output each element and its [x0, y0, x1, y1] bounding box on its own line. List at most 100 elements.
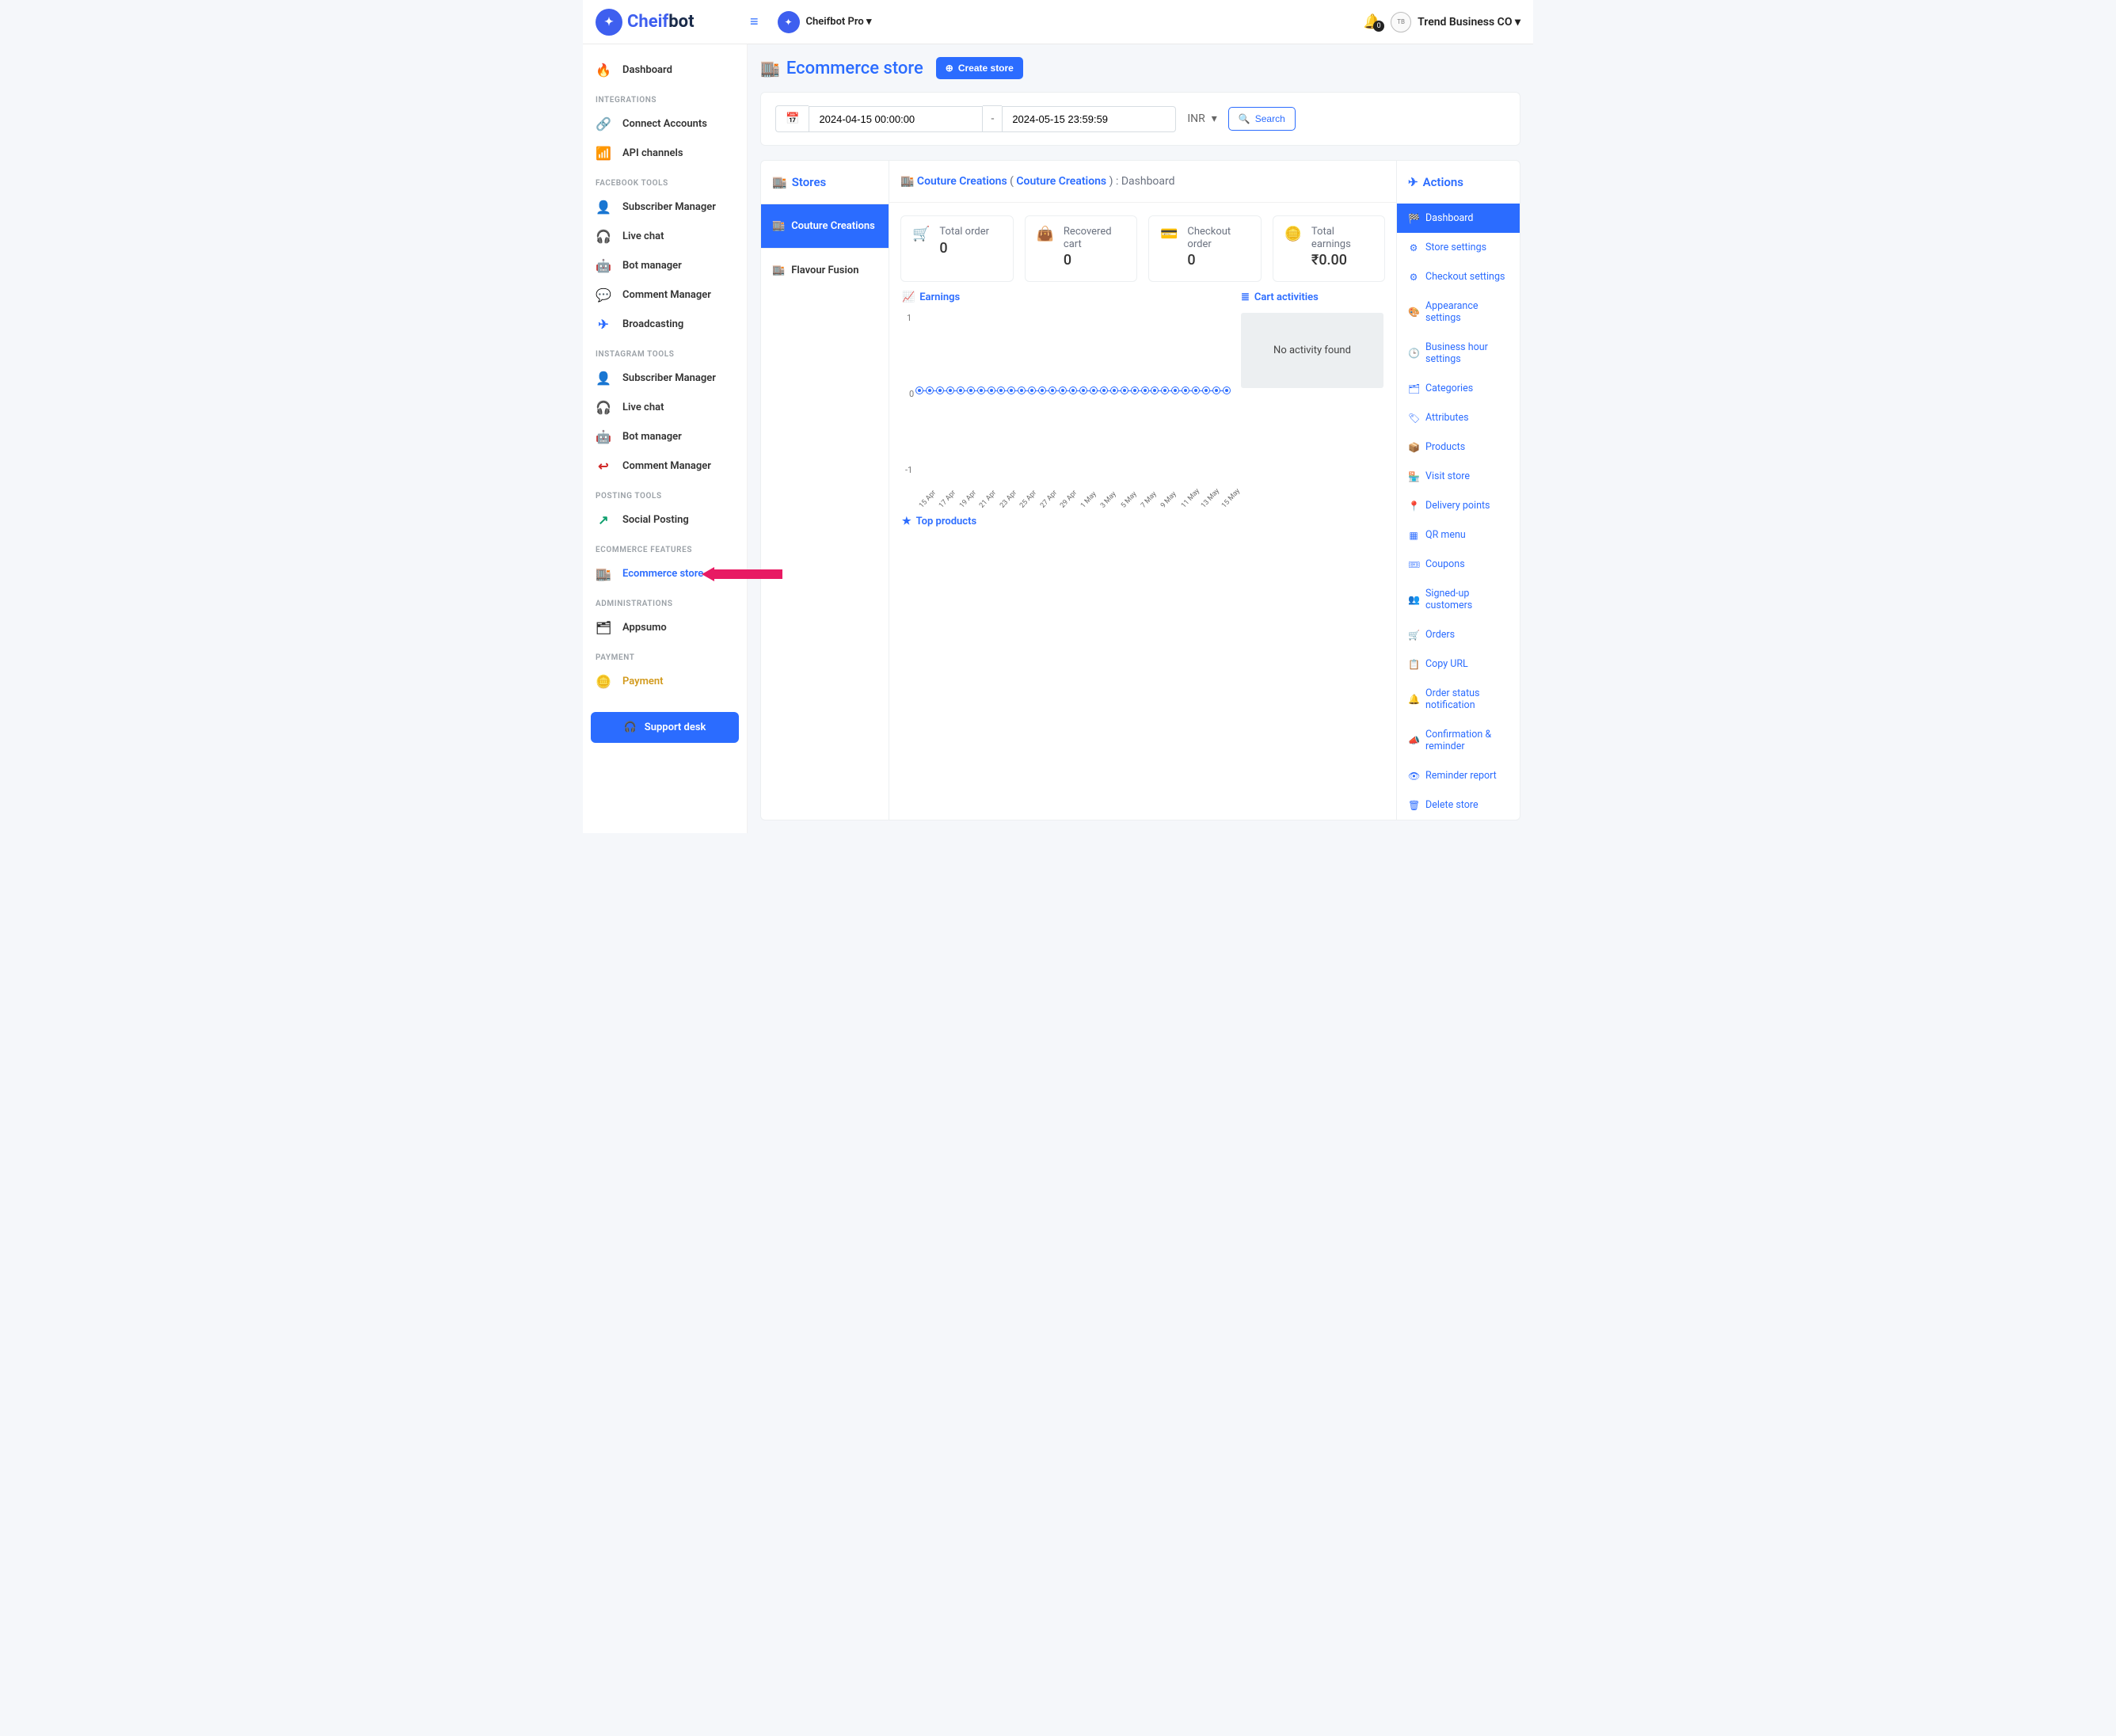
no-activity-message: No activity found — [1241, 313, 1383, 388]
chart-point — [1213, 387, 1220, 394]
action-icon: 🏪 — [1408, 471, 1419, 482]
sidebar-item-live-chat[interactable]: 🎧Live chat — [583, 222, 747, 251]
broadcasting-icon: ✈ — [596, 317, 611, 332]
sidebar-item-comment-manager[interactable]: 💬Comment Manager — [583, 280, 747, 310]
action-copy-url[interactable]: 📋Copy URL — [1397, 649, 1520, 679]
company-menu[interactable]: Trend Business CO ▾ — [1418, 16, 1520, 29]
date-from-input[interactable] — [809, 106, 983, 132]
action-label: Orders — [1425, 629, 1455, 641]
action-delivery-points[interactable]: 📍Delivery points — [1397, 491, 1520, 520]
store-icon: 🏬 — [900, 175, 914, 188]
action-icon: 🏷 — [1408, 413, 1419, 424]
action-store-settings[interactable]: ⚙Store settings — [1397, 233, 1520, 262]
social-posting-icon: ↗ — [596, 512, 611, 527]
action-checkout-settings[interactable]: ⚙Checkout settings — [1397, 262, 1520, 291]
action-icon: 🏁 — [1408, 213, 1419, 224]
center-panel: 🏬 Couture Creations ( Couture Creations … — [889, 160, 1397, 820]
stat-card: 👜Recovered cart0 — [1025, 215, 1138, 282]
action-label: Categories — [1425, 383, 1473, 394]
app-switcher[interactable]: ✦ Cheifbot Pro ▾ — [778, 11, 872, 33]
action-attributes[interactable]: 🏷Attributes — [1397, 403, 1520, 432]
sidebar-item-appsumo[interactable]: 🗂Appsumo — [583, 613, 747, 642]
action-icon: 🎟 — [1408, 559, 1419, 570]
sidebar-item-broadcasting[interactable]: ✈Broadcasting — [583, 310, 747, 339]
action-icon: 🔔 — [1408, 694, 1419, 705]
subscriber-manager-icon: 👤 — [596, 371, 611, 386]
action-icon: 🎨 — [1408, 306, 1419, 318]
action-business-hour-settings[interactable]: 🕒Business hour settings — [1397, 333, 1520, 374]
sidebar-item-label: Connect Accounts — [622, 118, 707, 130]
sidebar-section: ECOMMERCE FEATURES — [583, 535, 747, 559]
chevron-down-icon: ▾ — [1212, 112, 1217, 125]
store-item-flavour-fusion[interactable]: 🏬 Flavour Fusion — [761, 248, 889, 292]
sidebar-item-social-posting[interactable]: ↗Social Posting — [583, 505, 747, 535]
action-label: Business hour settings — [1425, 341, 1509, 365]
brand-mark: ✦ — [596, 9, 622, 36]
chart-point — [1049, 387, 1056, 394]
breadcrumb: 🏬 Couture Creations ( Couture Creations … — [889, 161, 1396, 203]
subscriber-manager-icon: 👤 — [596, 200, 611, 215]
action-visit-store[interactable]: 🏪Visit store — [1397, 462, 1520, 491]
bot-manager-icon: 🤖 — [596, 429, 611, 444]
currency-select[interactable]: INR▾ — [1187, 112, 1216, 125]
action-icon: ▦ — [1408, 530, 1419, 541]
action-qr-menu[interactable]: ▦ QR menu — [1397, 520, 1520, 550]
action-icon: ⚙ — [1408, 272, 1419, 283]
sidebar-item-ecommerce-store[interactable]: 🏬Ecommerce store — [583, 559, 747, 588]
chart-point — [1142, 387, 1148, 394]
sidebar-item-live-chat[interactable]: 🎧Live chat — [583, 393, 747, 422]
action-label: QR menu — [1425, 529, 1466, 541]
y-tick: 0 — [909, 389, 914, 399]
page-header: 🏬 Ecommerce store ⊕ Create store — [760, 57, 1520, 79]
sidebar-item-label: API channels — [622, 147, 683, 159]
action-coupons[interactable]: 🎟Coupons — [1397, 550, 1520, 579]
action-label: Reminder report — [1425, 770, 1497, 782]
sidebar-item-label: Live chat — [622, 402, 664, 413]
brand-logo[interactable]: ✦ Cheifbot — [596, 9, 750, 36]
create-store-button[interactable]: ⊕ Create store — [936, 57, 1023, 79]
chart-point — [978, 387, 984, 394]
store-icon: 🏬 — [760, 59, 780, 78]
action-appearance-settings[interactable]: 🎨 Appearance settings — [1397, 291, 1520, 333]
action-reminder-report[interactable]: 👁 Reminder report — [1397, 761, 1520, 790]
sidebar-item-api-channels[interactable]: 📶API channels — [583, 139, 747, 168]
action-confirmation-reminder[interactable]: 📣Confirmation & reminder — [1397, 720, 1520, 761]
page-title: 🏬 Ecommerce store — [760, 59, 923, 78]
sidebar-item-bot-manager[interactable]: 🤖Bot manager — [583, 251, 747, 280]
store-item-couture-creations[interactable]: 🏬 Couture Creations — [761, 204, 889, 248]
stat-icon: 🛒 — [912, 226, 930, 242]
action-dashboard[interactable]: 🏁Dashboard — [1397, 204, 1520, 233]
sidebar-item-subscriber-manager[interactable]: 👤 Subscriber Manager — [583, 364, 747, 393]
sidebar-section: POSTING TOOLS — [583, 481, 747, 505]
notification-bell[interactable]: 🔔0 — [1364, 13, 1381, 30]
stat-icon: 🪙 — [1284, 226, 1302, 242]
sidebar-item-bot-manager[interactable]: 🤖Bot manager — [583, 422, 747, 451]
chart-point — [1029, 387, 1035, 394]
filter-bar: 📅 - INR▾ 🔍 Search — [760, 92, 1520, 146]
sidebar-item-comment-manager[interactable]: ↩Comment Manager — [583, 451, 747, 481]
action-categories[interactable]: 🗂Categories — [1397, 374, 1520, 403]
search-button[interactable]: 🔍 Search — [1228, 107, 1296, 131]
app-icon: ✦ — [778, 11, 800, 33]
action-icon: 👁 — [1408, 771, 1419, 782]
action-signed-up-customers[interactable]: 👥Signed-up customers — [1397, 579, 1520, 620]
action-label: Appearance settings — [1425, 300, 1509, 324]
action-delete-store[interactable]: 🗑Delete store — [1397, 790, 1520, 820]
action-orders[interactable]: 🛒Orders — [1397, 620, 1520, 649]
sidebar-item-payment[interactable]: 🪙Payment — [583, 667, 747, 696]
stat-icon: 👜 — [1037, 226, 1054, 242]
sidebar-item-dashboard[interactable]: 🔥Dashboard — [583, 55, 747, 85]
sidebar-item-connect-accounts[interactable]: 🔗Connect Accounts — [583, 109, 747, 139]
action-products[interactable]: 📦Products — [1397, 432, 1520, 462]
chart-point — [1132, 387, 1138, 394]
calendar-icon: 📅 — [775, 105, 809, 132]
comment-manager-icon: 💬 — [596, 287, 611, 303]
support-desk-button[interactable]: 🎧 Support desk — [591, 712, 739, 743]
hamburger-icon[interactable]: ≡ — [750, 13, 759, 30]
sidebar-item-label: Subscriber Manager — [622, 372, 716, 384]
action-order-status-notification[interactable]: 🔔Order status notification — [1397, 679, 1520, 720]
notification-badge: 0 — [1373, 21, 1384, 32]
sidebar-item-subscriber-manager[interactable]: 👤Subscriber Manager — [583, 192, 747, 222]
stat-card: 🛒Total order0 — [900, 215, 1014, 282]
date-to-input[interactable] — [1002, 106, 1176, 132]
